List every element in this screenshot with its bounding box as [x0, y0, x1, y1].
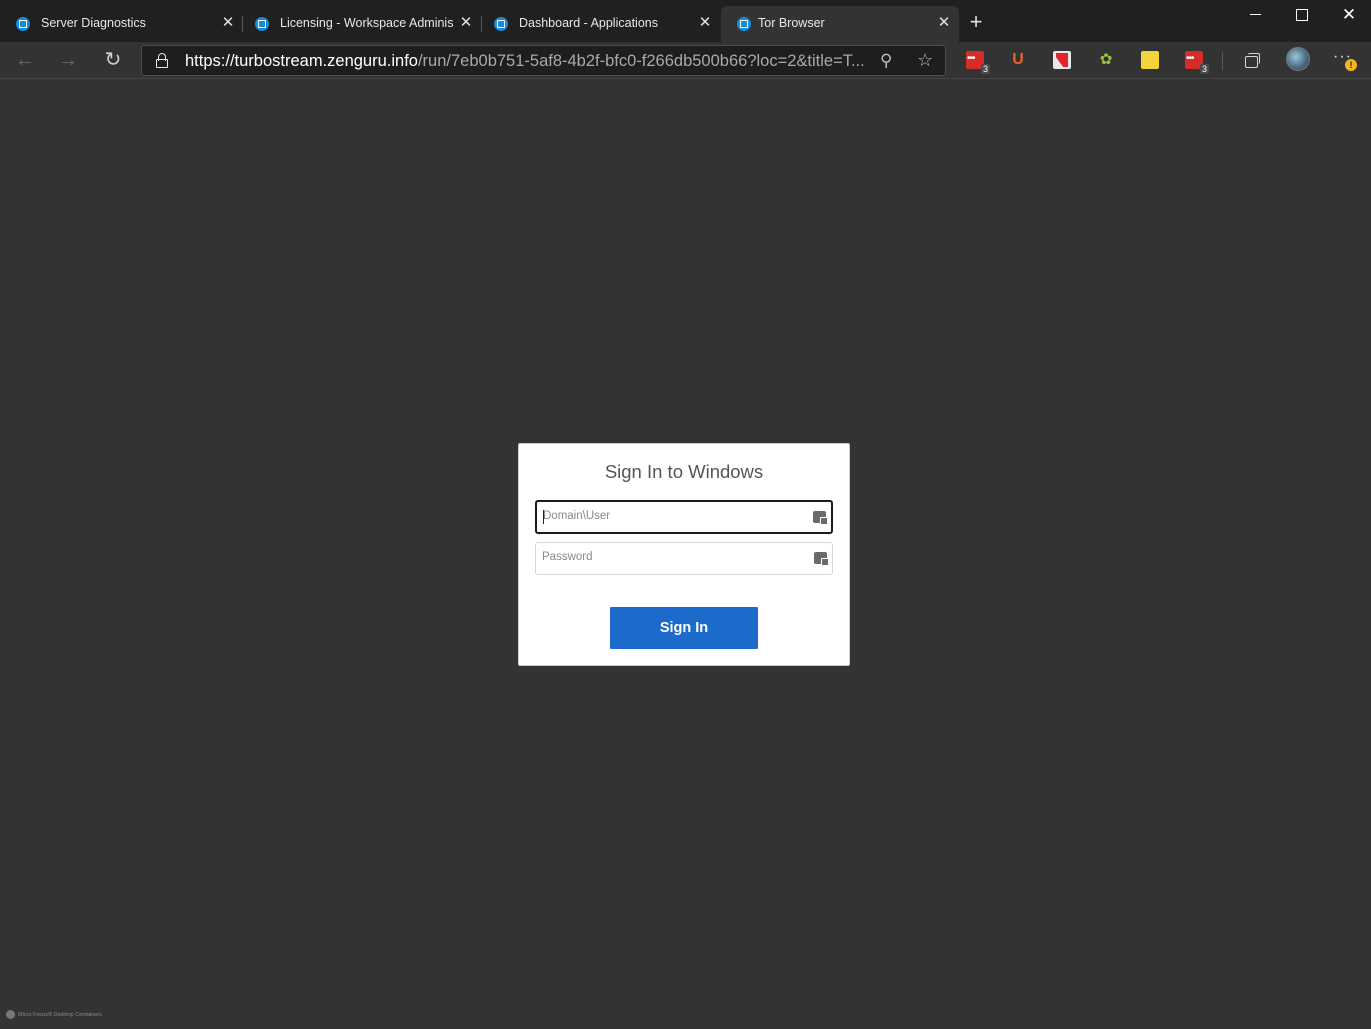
extension-badge: 3 [1199, 64, 1209, 74]
signin-dialog: Sign In to Windows Sign In [518, 443, 850, 666]
maximize-button[interactable] [1292, 6, 1312, 24]
app-favicon-icon [737, 17, 751, 31]
address-bar[interactable]: https://turbostream.zenguru.info/run/7eb… [141, 45, 946, 76]
app-favicon-icon [255, 17, 269, 31]
lastpass-icon[interactable]: 3 [1185, 51, 1209, 74]
profile-avatar[interactable] [1286, 47, 1310, 71]
username-input[interactable] [543, 510, 798, 522]
close-tab-icon[interactable]: ✕ [459, 15, 473, 31]
refresh-button[interactable]: ↻ [100, 48, 126, 72]
footer-brand: Micro Focus® Desktop Containers [6, 1010, 102, 1019]
password-field[interactable] [535, 542, 833, 575]
url-path: /run/7eb0b751-5af8-4b2f-bfc0-f266db500b6… [417, 52, 865, 70]
close-tab-icon[interactable]: ✕ [698, 15, 712, 31]
extension-badge: 3 [980, 64, 990, 74]
close-window-button[interactable]: ✕ [1339, 6, 1359, 24]
tab-dashboard[interactable]: Dashboard - Applications ✕ [478, 6, 721, 42]
favorite-star-icon[interactable]: ☆ [917, 50, 933, 71]
app-favicon-icon [16, 17, 30, 31]
tab-licensing[interactable]: Licensing - Workspace Administr ✕ [239, 6, 482, 42]
lastpass-icon[interactable]: 3 [966, 51, 990, 74]
minimize-button[interactable] [1246, 6, 1266, 24]
back-button[interactable]: ← [12, 48, 38, 72]
tab-tor-browser[interactable]: Tor Browser ✕ [721, 6, 959, 42]
tab-title: Licensing - Workspace Administr [280, 16, 453, 30]
tab-title: Dashboard - Applications [519, 16, 658, 30]
text-caret [543, 510, 544, 524]
tab-server-diagnostics[interactable]: Server Diagnostics ✕ [0, 6, 243, 42]
password-input[interactable] [542, 551, 797, 563]
page-content: Sign In to Windows Sign In Micro Focus® … [0, 80, 1371, 1029]
close-tab-icon[interactable]: ✕ [221, 15, 235, 31]
username-field[interactable] [535, 500, 833, 534]
password-manager-icon[interactable] [814, 552, 829, 566]
tab-strip: Server Diagnostics ✕ Licensing - Workspa… [0, 0, 1371, 42]
ublock-icon[interactable]: U [1009, 51, 1027, 69]
browser-toolbar: ← → ↻ https://turbostream.zenguru.info/r… [0, 42, 1371, 79]
url-host: https://turbostream.zenguru.info [185, 52, 418, 70]
collections-icon[interactable] [1242, 51, 1260, 69]
pdf-icon[interactable] [1053, 51, 1071, 69]
signin-heading: Sign In to Windows [604, 461, 764, 482]
toolbar-separator [1222, 52, 1223, 70]
android-icon[interactable]: ✿ [1097, 51, 1115, 69]
sign-in-button[interactable]: Sign In [610, 607, 758, 649]
close-tab-icon[interactable]: ✕ [937, 15, 951, 31]
app-favicon-icon [494, 17, 508, 31]
brand-logo-icon [6, 1010, 15, 1019]
forward-button[interactable]: → [55, 48, 81, 72]
footer-text: Micro Focus® Desktop Containers [18, 1011, 102, 1018]
tab-title: Server Diagnostics [41, 16, 146, 30]
tab-title: Tor Browser [758, 16, 825, 30]
url-text[interactable]: https://turbostream.zenguru.info/run/7eb… [185, 52, 865, 71]
sticky-note-icon[interactable] [1141, 51, 1159, 69]
new-tab-button[interactable]: + [966, 11, 986, 33]
zoom-icon[interactable]: ⚲ [880, 51, 892, 71]
password-manager-icon[interactable] [813, 511, 828, 525]
update-badge: ! [1345, 59, 1357, 71]
lock-icon[interactable] [156, 53, 168, 68]
